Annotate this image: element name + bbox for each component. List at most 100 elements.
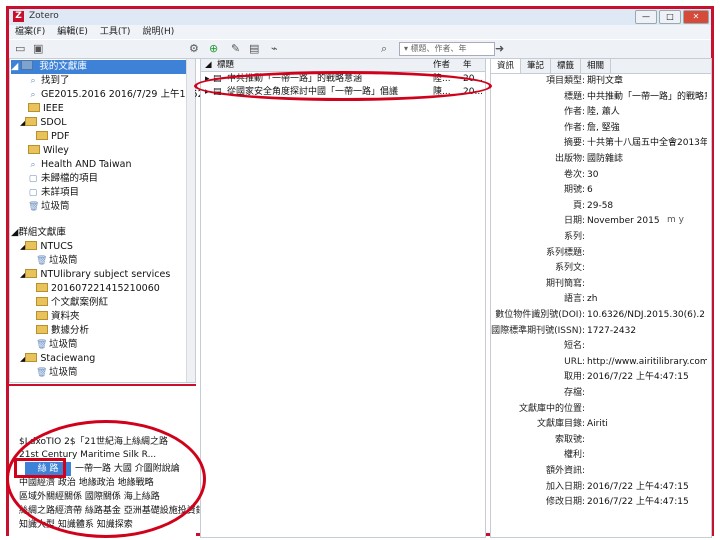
menu-edit[interactable]: 編輯(E) [57, 25, 88, 39]
zotero-logo-icon: Z [13, 11, 24, 22]
saved-search-icon: ⌕ [30, 160, 36, 170]
field-value[interactable]: 6 [587, 184, 707, 197]
collection-item[interactable]: 🗑 垃圾筒 [36, 366, 78, 380]
field-value[interactable]: 1727-2432 [587, 325, 707, 338]
collection-item[interactable]: 个文獻案例紅 [36, 296, 108, 310]
collection-item[interactable]: ▢ 未歸檔的項目 [28, 172, 98, 186]
collection-item[interactable]: ◢ NTUlibrary subject services [20, 268, 170, 282]
detail-field-row[interactable]: 系列標題: [491, 247, 711, 260]
tab-related[interactable]: 相關 [581, 59, 612, 73]
detail-field-row[interactable]: 期刊簡寫: [491, 278, 711, 291]
menu-help[interactable]: 說明(H) [142, 25, 174, 39]
detail-field-row[interactable]: 加入日期: 2016/7/22 上午4:47:15 [491, 481, 711, 494]
field-value[interactable]: 中共推動「一帶一路」的戰略意涵 [587, 91, 707, 104]
add-by-identifier-icon[interactable]: ✎ [231, 42, 240, 56]
field-value[interactable]: November 2015 [587, 215, 707, 228]
detail-field-row[interactable]: 額外資訊: [491, 465, 711, 478]
library-item[interactable]: ◢ 我的文獻庫 [11, 60, 189, 74]
detail-field-row[interactable]: 期號: 6 [491, 184, 711, 197]
detail-field-row[interactable]: 摘要:十共第十八屆五中全會2013年9... [491, 137, 711, 150]
field-value[interactable]: Airiti [587, 418, 707, 431]
collection-item[interactable]: 資料夾 [36, 310, 80, 324]
maximize-button[interactable]: □ [659, 10, 681, 24]
detail-field-row[interactable]: 索取號: [491, 434, 711, 447]
field-value[interactable]: http://www.airitilibrary.com/... [587, 356, 707, 369]
collection-item[interactable]: ▢ 未詳項目 [28, 186, 79, 200]
items-pane: ◢ 標題 作者 年 ▸ ▤ 中共推動「一帶一路」的戰略意涵 陸... 20...… [200, 58, 486, 538]
column-title[interactable]: 標題 [217, 59, 234, 71]
detail-field-row[interactable]: 作者: 陸, 蕭人 [491, 106, 711, 119]
detail-field-row[interactable]: 數位物件識別號(DOI): 10.6326/NDJ.2015.30(6).2 [491, 309, 711, 322]
detail-tabs: 資訊 筆記 標籤 相關 [491, 59, 711, 74]
sort-icon[interactable]: ◢ [205, 59, 212, 71]
actions-gear-icon[interactable]: ⚙ [189, 42, 199, 56]
field-value[interactable]: 10.6326/NDJ.2015.30(6).2 [587, 309, 707, 322]
close-button[interactable]: ✕ [683, 10, 709, 24]
detail-field-row[interactable]: 權利: [491, 449, 711, 462]
collection-item[interactable]: 🗑 垃圾筒 [36, 254, 78, 268]
detail-field-row[interactable]: 取用: 2016/7/22 上午4:47:15 [491, 371, 711, 384]
folder-icon [36, 283, 48, 292]
detail-field-row[interactable]: 國際標準期刊號(ISSN): 1727-2432 [491, 325, 711, 338]
detail-field-row[interactable]: 系列文: [491, 262, 711, 275]
field-value[interactable]: 詹, 堅強 [587, 122, 707, 135]
detail-field-row[interactable]: 修改日期: 2016/7/22 上午4:47:15 [491, 496, 711, 509]
menu-file[interactable]: 檔案(F) [15, 25, 45, 39]
field-label: 系列標題: [545, 247, 585, 258]
locate-arrow-icon[interactable]: ➜ [495, 42, 504, 56]
detail-field-row[interactable]: URL: http://www.airitilibrary.com/... [491, 356, 711, 369]
search-mode-icon[interactable]: ⌕ [381, 42, 387, 56]
column-author[interactable]: 作者 [433, 59, 450, 71]
detail-field-row[interactable]: 語言: zh [491, 293, 711, 306]
collection-item[interactable]: PDF [36, 130, 70, 144]
collections-scrollbar[interactable] [186, 59, 195, 382]
menu-tools[interactable]: 工具(T) [100, 25, 131, 39]
field-value[interactable]: 30 [587, 169, 707, 182]
collection-item[interactable]: 🗑 垃圾筒 [28, 200, 70, 214]
collection-item[interactable]: Wiley [28, 144, 69, 158]
detail-field-row[interactable]: 系列: [491, 231, 711, 244]
detail-field-row[interactable]: 作者: 詹, 堅強 [491, 122, 711, 135]
new-item-icon[interactable]: ⊕ [209, 42, 218, 56]
detail-field-row[interactable]: 項目類型: 期刊文章 [491, 75, 711, 88]
field-value[interactable]: zh [587, 293, 707, 306]
detail-field-row[interactable]: 標題:中共推動「一帶一路」的戰略意涵 [491, 91, 711, 104]
tab-notes[interactable]: 筆記 [521, 59, 552, 73]
search-input[interactable]: ▾ 標題、作者、年 [399, 42, 495, 56]
collection-item[interactable]: ◢ Staciewang [20, 352, 95, 366]
expand-icon[interactable]: ◢ [11, 61, 18, 72]
field-value[interactable]: 2016/7/22 上午4:47:15 [587, 481, 707, 494]
detail-field-row[interactable]: 卷次: 30 [491, 169, 711, 182]
field-value[interactable]: 期刊文章 [587, 75, 707, 88]
collection-item[interactable]: 201607221415210060 [36, 282, 160, 296]
collection-item[interactable]: 🗑 垃圾筒 [36, 338, 78, 352]
collection-item[interactable]: ◢ NTUCS [20, 240, 73, 254]
attachment-icon[interactable]: ⌁ [271, 42, 278, 56]
detail-field-row[interactable]: 出版物: 國防雜誌 [491, 153, 711, 166]
field-value[interactable]: 2016/7/22 上午4:47:15 [587, 496, 707, 509]
field-value[interactable]: 國防雜誌 [587, 153, 707, 166]
collection-item[interactable]: ◢ SDOL [20, 116, 67, 130]
collection-item[interactable]: ⌕ Health AND Taiwan [28, 158, 131, 172]
collection-item[interactable]: ⌕ 找到了 [28, 74, 69, 88]
field-label: 卷次: [563, 169, 585, 180]
field-value[interactable]: 2016/7/22 上午4:47:15 [587, 371, 707, 384]
minimize-button[interactable]: — [635, 10, 657, 24]
field-value[interactable]: 十共第十八屆五中全會2013年9... [587, 137, 707, 150]
new-note-icon[interactable]: ▤ [249, 42, 259, 56]
new-collection-icon[interactable]: ▭ [15, 42, 25, 56]
tab-tags[interactable]: 標籤 [551, 59, 582, 73]
field-value[interactable]: 陸, 蕭人 [587, 106, 707, 119]
detail-field-row[interactable]: 存檔: [491, 387, 711, 400]
new-group-icon[interactable]: ▣ [33, 42, 43, 56]
tab-info[interactable]: 資訊 [491, 59, 522, 73]
collection-item[interactable]: 數據分析 [36, 324, 89, 338]
field-value[interactable]: 29-58 [587, 200, 707, 213]
detail-field-row[interactable]: 文獻庫中的位置: [491, 403, 711, 416]
field-label: 系列文: [554, 263, 585, 274]
detail-field-row[interactable]: 短名: [491, 340, 711, 353]
collection-item[interactable]: IEEE [28, 102, 64, 116]
column-year[interactable]: 年 [463, 59, 472, 71]
detail-field-row[interactable]: 頁: 29-58 [491, 200, 711, 213]
detail-field-row[interactable]: 文獻庫目錄: Airiti [491, 418, 711, 431]
